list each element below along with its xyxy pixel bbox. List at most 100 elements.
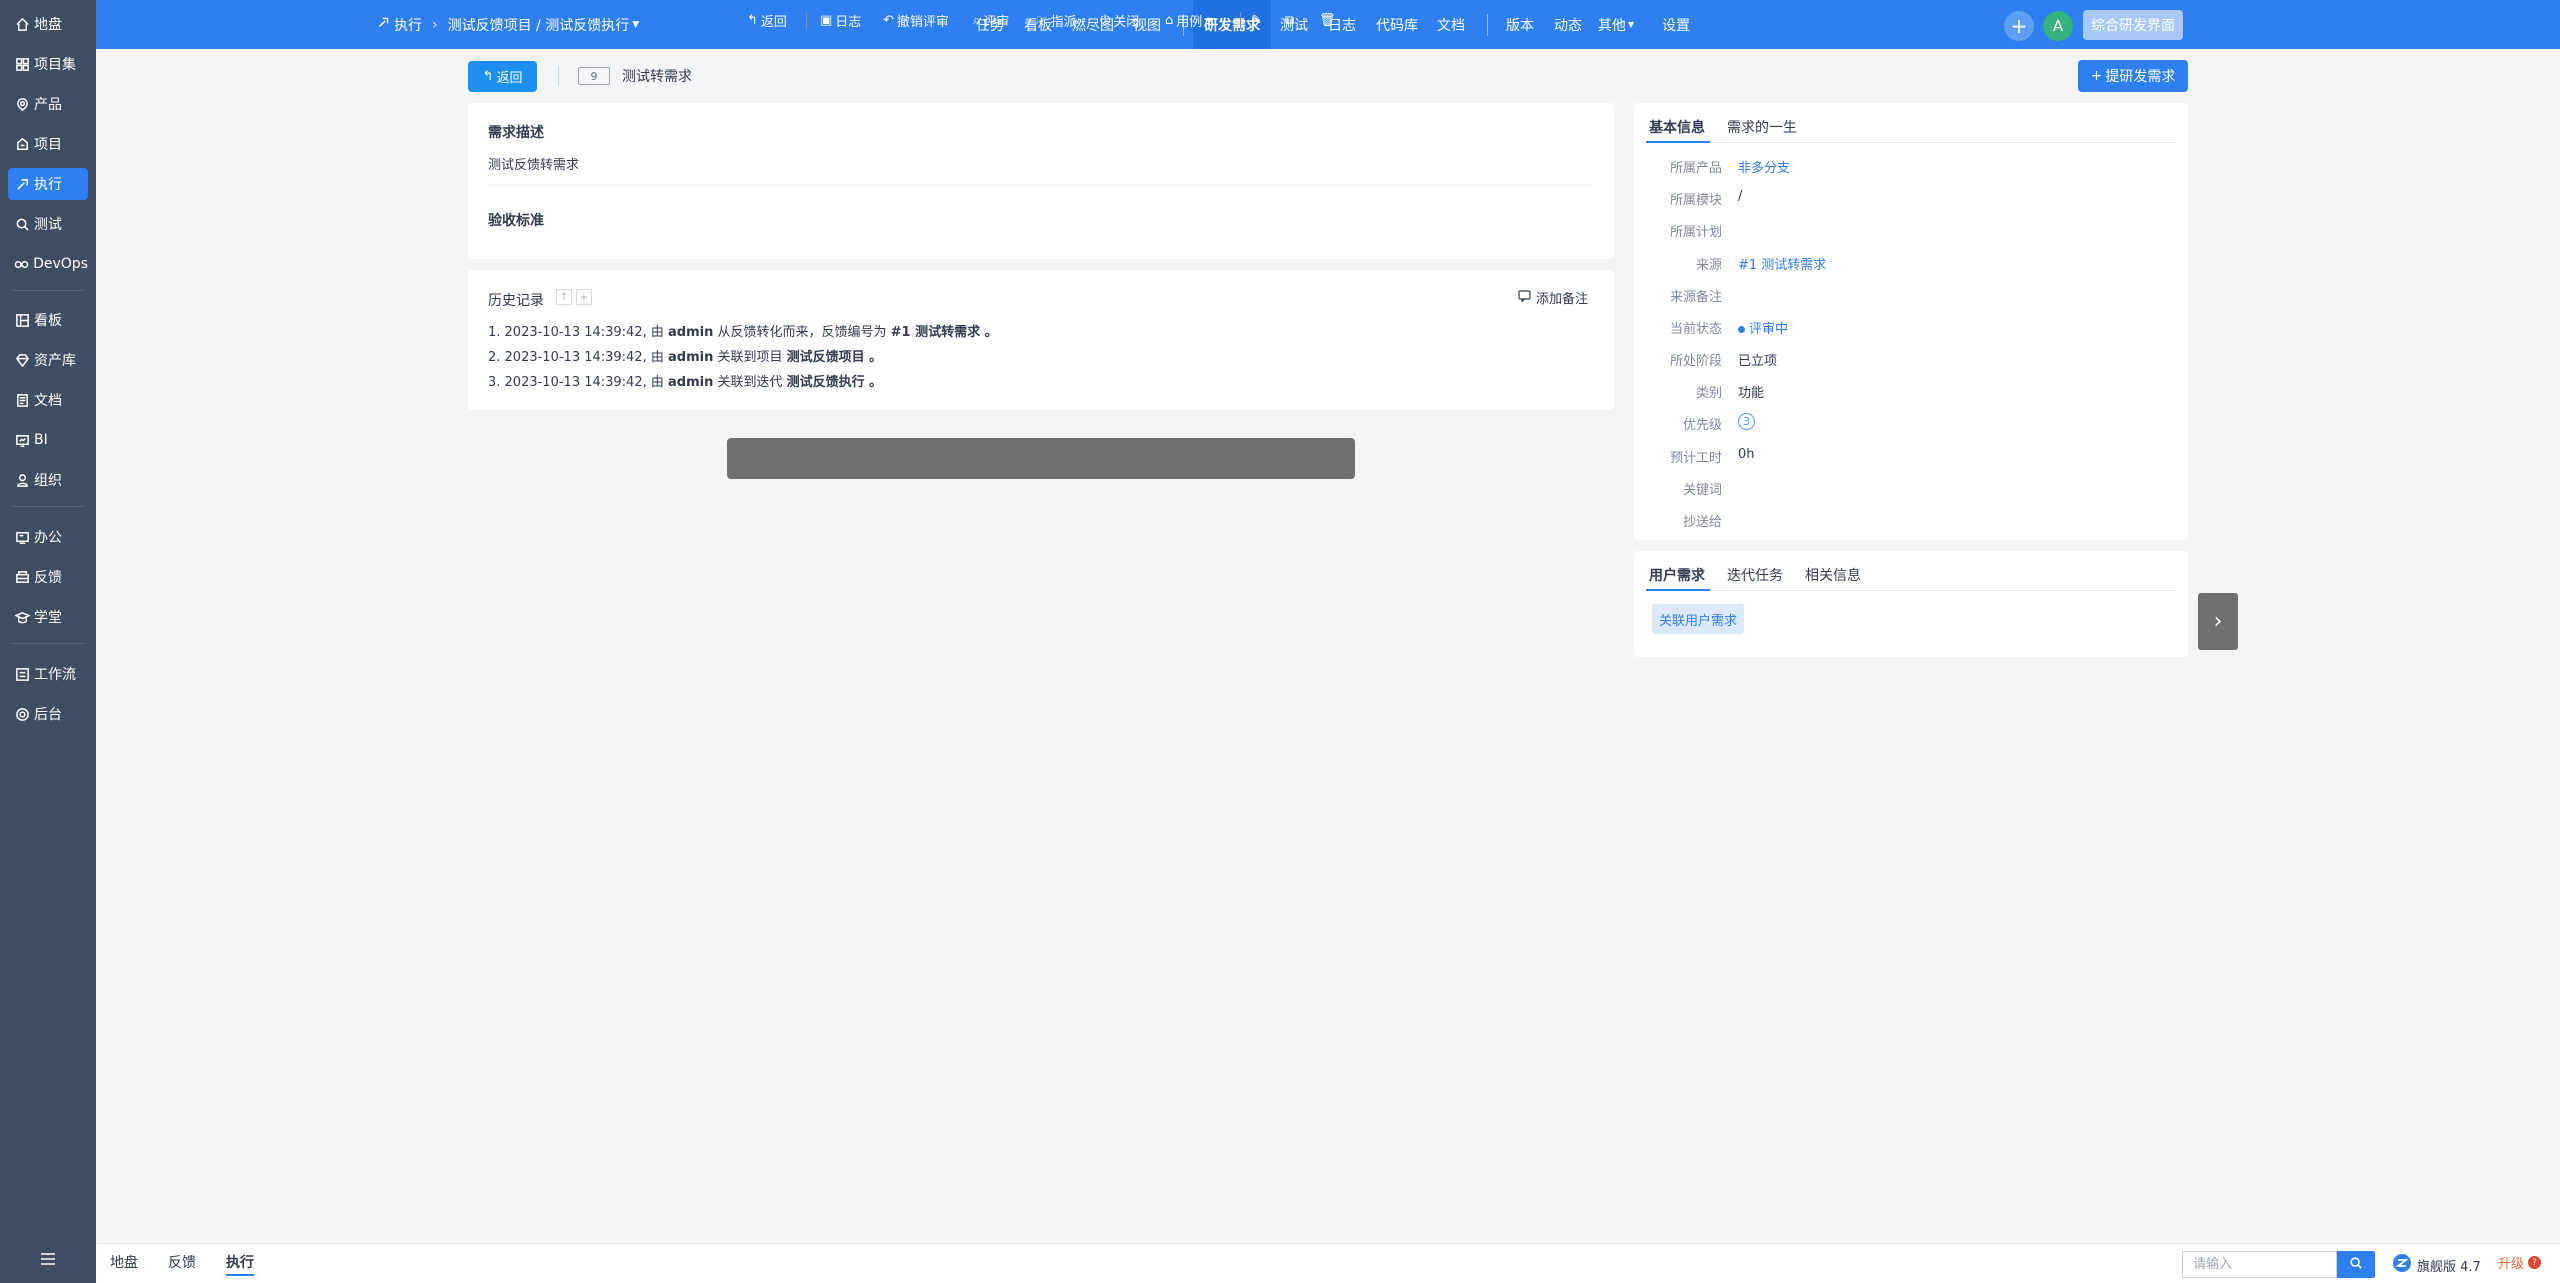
search-input[interactable] (2182, 1251, 2337, 1278)
breadcrumb-path[interactable]: 测试反馈项目 / 测试反馈执行 (448, 15, 630, 35)
tab-divider (1646, 590, 2177, 591)
sidebar-item-doc[interactable]: 文档 (8, 384, 88, 416)
action-delete-button[interactable]: 🗑 (1319, 0, 1339, 41)
field-label: 所处阶段 (1669, 354, 1722, 369)
tab-basic-info[interactable]: 基本信息 (1649, 117, 1705, 137)
back-button[interactable]: ↰ 返回 (468, 61, 537, 92)
action-label: 关闭 (1113, 15, 1140, 30)
sidebar-item-label: 测试 (34, 217, 62, 233)
field-product[interactable]: 非多分支 (1738, 157, 1790, 176)
add-note-button[interactable]: 添加备注 (1518, 288, 1588, 307)
field-stage: 已立项 (1738, 354, 1778, 369)
action-close-button[interactable]: ⏻ 关闭 (1100, 0, 1139, 41)
back-arrow-icon: ↰ (482, 69, 494, 84)
nav-build[interactable]: 版本 (1500, 0, 1540, 49)
sidebar-item-admin[interactable]: 后台 (8, 698, 88, 730)
upgrade-link[interactable]: 升级 ? (2498, 1253, 2542, 1272)
history-time: 2. 2023-10-13 14:39:42, 由 (488, 350, 669, 365)
tab-divider (1646, 142, 2177, 143)
bi-icon (13, 431, 31, 449)
sidebar-item-office[interactable]: 办公 (8, 521, 88, 553)
sidebar-item-academy[interactable]: 学堂 (8, 601, 88, 633)
tab-story-lifecycle[interactable]: 需求的一生 (1727, 117, 1797, 137)
sidebar-item-dashboard[interactable]: 地盘 (8, 8, 88, 40)
chevron-right-icon: › (2213, 609, 2223, 634)
sidebar-item-workflow[interactable]: 工作流 (8, 658, 88, 690)
execution-icon (377, 16, 390, 33)
trash-icon: 🗑 (1319, 13, 1336, 28)
sidebar-collapse-button[interactable] (36, 1249, 60, 1273)
breadcrumb-module[interactable]: 执行 (394, 15, 422, 35)
next-story-button[interactable]: › (2198, 593, 2238, 650)
org-icon (13, 471, 31, 489)
nav-settings[interactable]: 设置 (1656, 0, 1696, 49)
action-back-button[interactable]: ↰ 返回 (747, 0, 787, 41)
sidebar-item-label: 工作流 (34, 667, 76, 683)
sidebar-item-project[interactable]: 项目 (8, 128, 88, 160)
history-entry: 2. 2023-10-13 14:39:42, 由 admin 关联到项目 测试… (488, 346, 882, 365)
action-assign-button[interactable]: ☞ 指派 (1036, 0, 1077, 41)
history-action: 从反馈转化而来，反馈编号为 (713, 325, 891, 340)
sidebar-item-label: 办公 (34, 530, 62, 546)
avatar[interactable]: A (2043, 11, 2073, 41)
academy-icon (13, 608, 31, 626)
sort-up-button[interactable]: ↑ (556, 289, 572, 305)
bottom-link-feedback[interactable]: 反馈 (168, 1252, 196, 1272)
create-story-button[interactable]: + 提研发需求 (2078, 60, 2188, 92)
field-label: 所属计划 (1669, 225, 1722, 240)
action-review-button[interactable]: ⌕ 评审 (973, 0, 1009, 41)
nav-doc[interactable]: 文档 (1431, 0, 1471, 49)
sidebar-item-test[interactable]: 测试 (8, 208, 88, 240)
action-copy-button[interactable]: ⧉ (1285, 0, 1297, 41)
sidebar-item-execution[interactable]: 执行 (8, 168, 88, 200)
chevron-right-icon: › (432, 16, 438, 33)
search-button[interactable] (2337, 1251, 2375, 1278)
add-note-label: 添加备注 (1536, 292, 1589, 307)
sidebar-item-asset[interactable]: 资产库 (8, 344, 88, 376)
sidebar-item-devops[interactable]: DevOps (8, 248, 88, 280)
feedback-icon (13, 568, 31, 586)
plus-icon: + (2090, 68, 2103, 84)
history-object: #1 测试转需求 。 (890, 325, 998, 340)
sidebar-item-feedback[interactable]: 反馈 (8, 561, 88, 593)
sidebar-item-bi[interactable]: BI (8, 424, 88, 456)
expand-all-button[interactable]: + (576, 289, 592, 305)
tab-active-indicator (1646, 141, 1710, 143)
history-entry: 3. 2023-10-13 14:39:42, 由 admin 关联到迭代 测试… (488, 371, 882, 390)
tab-execution-tasks[interactable]: 迭代任务 (1727, 565, 1783, 585)
action-case-button[interactable]: ⌂ 用例 ▼ (1165, 0, 1212, 41)
link-user-requirement-button[interactable]: 关联用户需求 (1652, 604, 1744, 634)
sidebar-item-label: 文档 (34, 393, 62, 409)
bottom-link-dashboard[interactable]: 地盘 (110, 1252, 138, 1272)
priority-badge: 3 (1738, 413, 1755, 430)
nav-dynamic[interactable]: 动态 (1548, 0, 1588, 49)
switch-interface-button[interactable]: 综合研发界面 (2083, 10, 2183, 40)
action-label: 指派 (1050, 15, 1077, 30)
action-revoke-review-button[interactable]: ↶ 撤销评审 (883, 0, 949, 41)
action-edit-button[interactable]: ✎ (1251, 0, 1265, 41)
sidebar-divider (12, 643, 84, 644)
sidebar-item-kanban[interactable]: 看板 (8, 304, 88, 336)
sidebar-item-program[interactable]: 项目集 (8, 48, 88, 80)
sitemap-icon: ⌂ (1165, 13, 1174, 28)
nav-repo[interactable]: 代码库 (1370, 0, 1424, 49)
field-source[interactable]: #1 测试转需求 (1738, 254, 1826, 273)
tab-related-info[interactable]: 相关信息 (1805, 565, 1861, 585)
chevron-down-icon[interactable]: ▼ (632, 20, 639, 30)
version-info[interactable]: 旗舰版 4.7 (2392, 1253, 2481, 1277)
sidebar-item-product[interactable]: 产品 (8, 88, 88, 120)
project-icon (13, 135, 31, 153)
nav-more[interactable]: 其他 ▼ (1596, 0, 1636, 49)
log-icon: ▣ (820, 13, 833, 28)
bottom-link-execution[interactable]: 执行 (226, 1252, 254, 1276)
history-actor: admin (668, 325, 714, 340)
quick-create-button[interactable]: + (2004, 11, 2034, 41)
history-action: 关联到项目 (713, 350, 787, 365)
field-label: 所属模块 (1669, 193, 1722, 208)
action-log-button[interactable]: ▣ 日志 (820, 0, 861, 41)
description-title: 需求描述 (488, 125, 544, 141)
sidebar-item-label: 看板 (34, 313, 62, 329)
sidebar-item-org[interactable]: 组织 (8, 464, 88, 496)
arrow-up-icon: ↑ (559, 291, 569, 303)
tab-user-requirement[interactable]: 用户需求 (1649, 565, 1705, 585)
